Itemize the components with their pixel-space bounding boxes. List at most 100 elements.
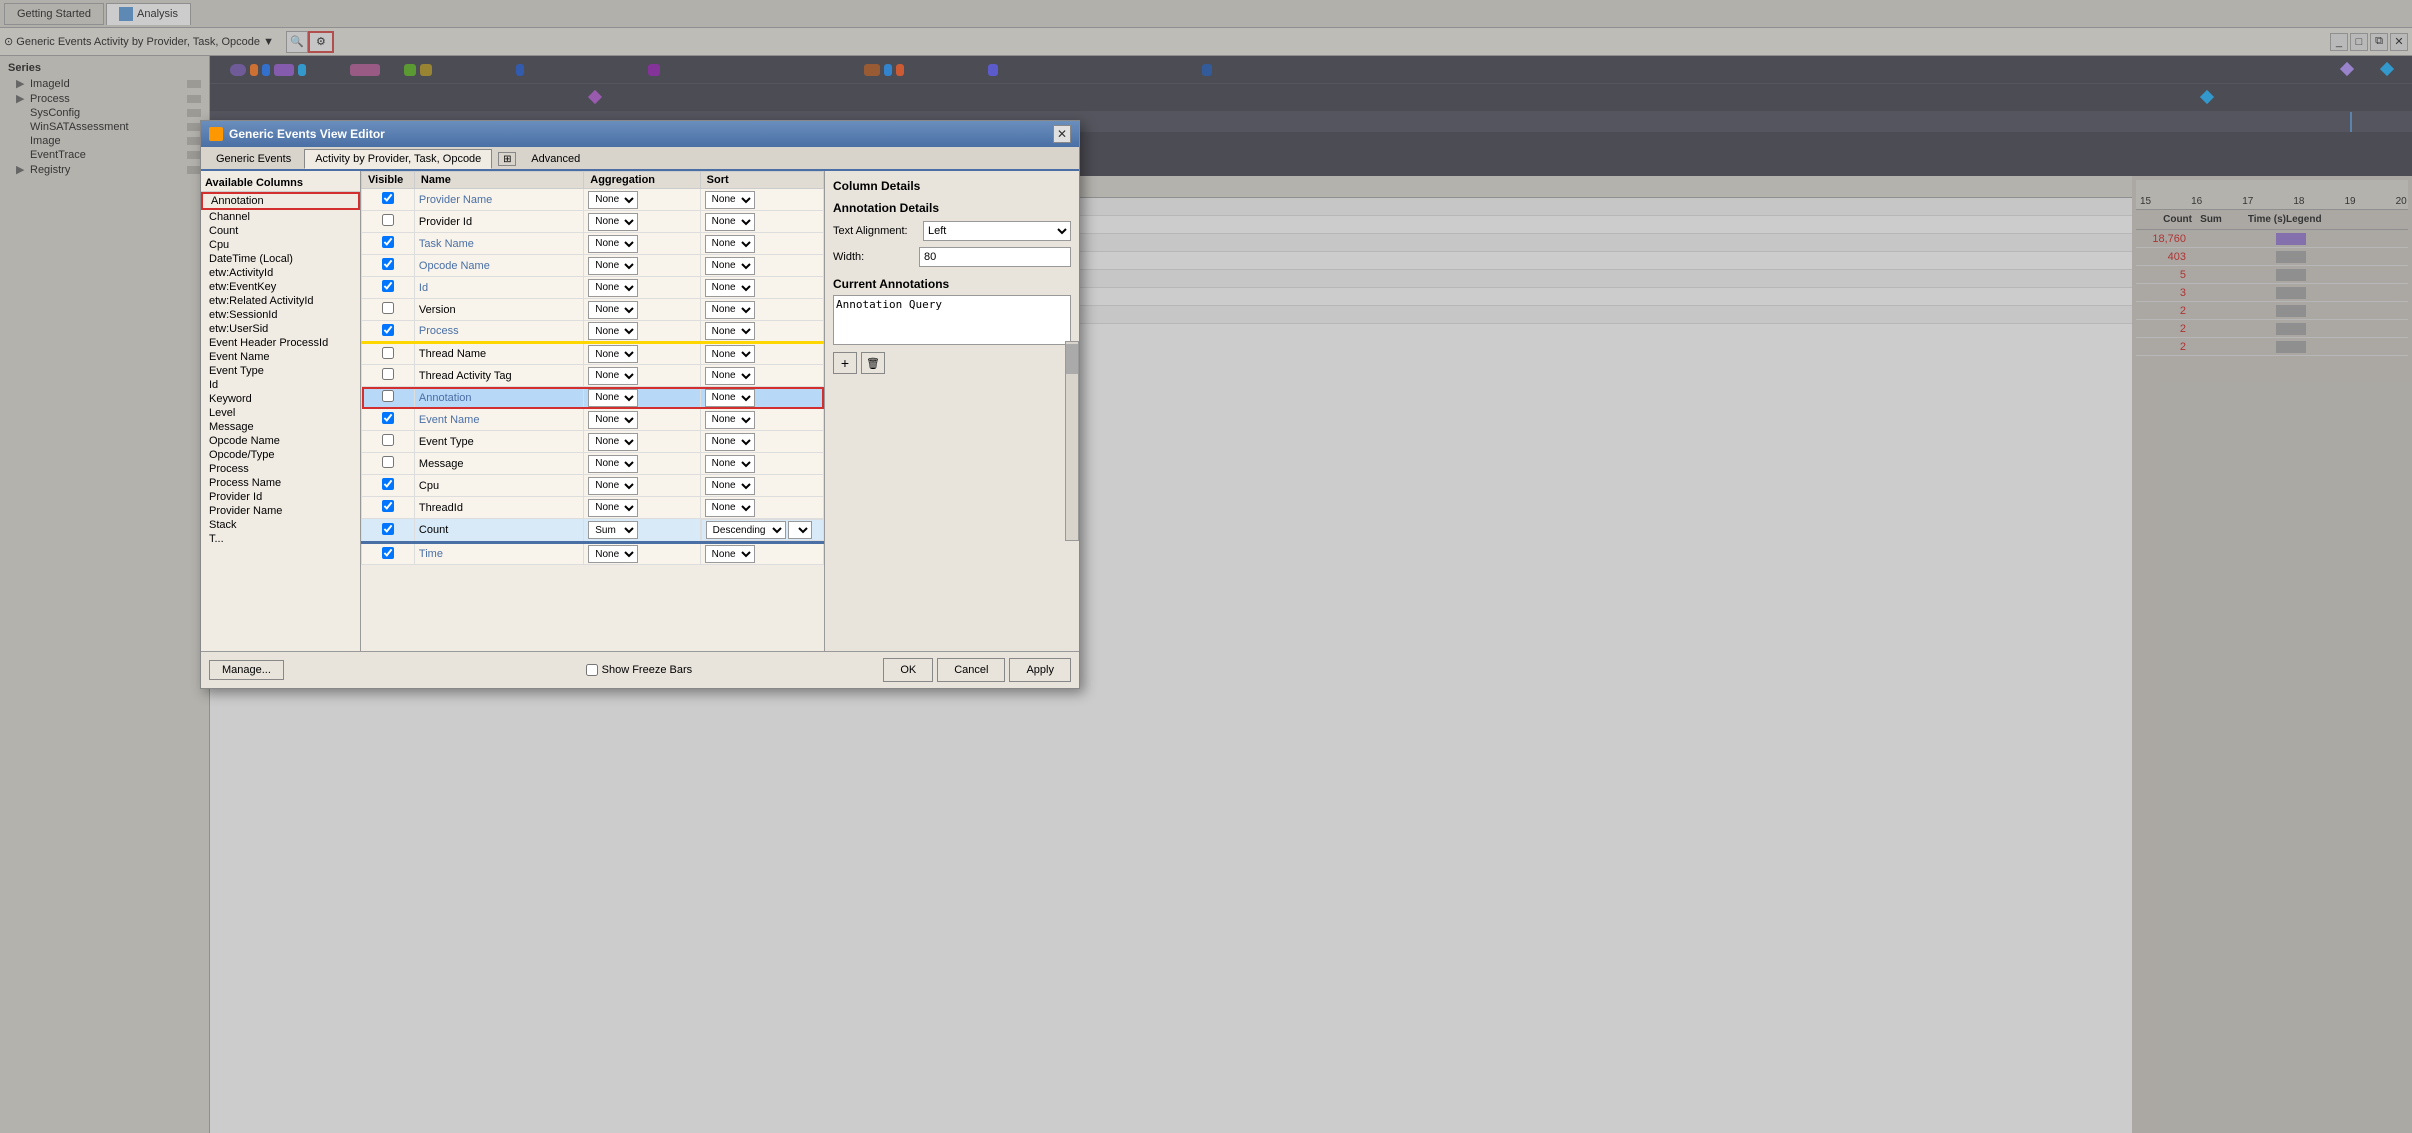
table-row: Event Name None None	[362, 409, 824, 431]
sort-select[interactable]: None	[705, 213, 755, 231]
col-list-item-process[interactable]: Process	[201, 462, 360, 476]
sort-select[interactable]: None	[705, 389, 755, 407]
aggregation-select[interactable]: None	[588, 389, 638, 407]
sort-select[interactable]: None	[705, 279, 755, 297]
sort-select[interactable]: None	[705, 301, 755, 319]
cancel-button[interactable]: Cancel	[937, 658, 1005, 682]
visible-checkbox[interactable]	[382, 280, 394, 292]
available-columns-header: Available Columns	[201, 175, 360, 192]
visible-checkbox[interactable]	[382, 368, 394, 380]
table-row: Cpu None None	[362, 475, 824, 497]
col-list-item-process-name[interactable]: Process Name	[201, 476, 360, 490]
col-name-cell: Opcode Name	[414, 255, 583, 277]
col-list-item-count[interactable]: Count	[201, 224, 360, 238]
table-row: Version None None	[362, 299, 824, 321]
sort-select[interactable]: None	[705, 322, 755, 340]
visible-checkbox[interactable]	[382, 456, 394, 468]
visible-checkbox[interactable]	[382, 214, 394, 226]
visible-checkbox[interactable]	[382, 478, 394, 490]
sort-select[interactable]: Descending None Ascending	[706, 521, 786, 539]
sort-select[interactable]: None	[705, 545, 755, 563]
aggregation-select[interactable]: None	[588, 257, 638, 275]
sort-select[interactable]: None	[705, 367, 755, 385]
sort-select[interactable]: None	[705, 433, 755, 451]
col-list-item-etw-eventkey[interactable]: etw:EventKey	[201, 280, 360, 294]
col-list-item-datetime[interactable]: DateTime (Local)	[201, 252, 360, 266]
sort-select[interactable]: None	[705, 257, 755, 275]
visible-checkbox[interactable]	[382, 500, 394, 512]
aggregation-select[interactable]: None	[588, 191, 638, 209]
manage-button[interactable]: Manage...	[209, 660, 284, 680]
visible-checkbox[interactable]	[382, 236, 394, 248]
col-list-item-stack[interactable]: Stack	[201, 518, 360, 532]
aggregation-select[interactable]: None	[588, 279, 638, 297]
col-list-item-event-type[interactable]: Event Type	[201, 364, 360, 378]
modal-title-bar: Generic Events View Editor ✕	[201, 121, 1079, 147]
col-list-item-provider-id[interactable]: Provider Id	[201, 490, 360, 504]
col-list-item-opcode-name[interactable]: Opcode Name	[201, 434, 360, 448]
sort-select[interactable]: None	[705, 191, 755, 209]
modal-tab-activity[interactable]: Activity by Provider, Task, Opcode	[304, 149, 492, 169]
modal-tab-advanced[interactable]: Advanced	[520, 149, 591, 169]
aggregation-select[interactable]: None	[588, 235, 638, 253]
col-list-item-etw-session[interactable]: etw:SessionId	[201, 308, 360, 322]
col-list-item-etw-related[interactable]: etw:Related ActivityId	[201, 294, 360, 308]
col-list-item-id[interactable]: Id	[201, 378, 360, 392]
sort-select[interactable]: None	[705, 499, 755, 517]
aggregation-select[interactable]: None	[588, 367, 638, 385]
col-list-item-event-name[interactable]: Event Name	[201, 350, 360, 364]
visible-checkbox[interactable]	[382, 547, 394, 559]
visible-checkbox[interactable]	[382, 258, 394, 270]
col-list-item-cpu[interactable]: Cpu	[201, 238, 360, 252]
table-row: Event Type None None	[362, 431, 824, 453]
col-list-item-event-header[interactable]: Event Header ProcessId	[201, 336, 360, 350]
aggregation-select[interactable]: None	[588, 433, 638, 451]
col-name-cell: Message	[414, 453, 583, 475]
visible-checkbox[interactable]	[382, 412, 394, 424]
col-list-item-t[interactable]: T...	[201, 532, 360, 546]
aggregation-select[interactable]: None	[588, 455, 638, 473]
sort-select[interactable]: None	[705, 235, 755, 253]
visible-checkbox[interactable]	[382, 390, 394, 402]
annotation-query-textarea[interactable]: Annotation Query	[833, 295, 1071, 345]
col-list-item-keyword[interactable]: Keyword	[201, 392, 360, 406]
col-list-item-channel[interactable]: Channel	[201, 210, 360, 224]
show-freeze-bars-checkbox[interactable]	[586, 664, 598, 676]
aggregation-select[interactable]: None	[588, 499, 638, 517]
visible-checkbox[interactable]	[382, 523, 394, 535]
col-list-item-etw-activityid[interactable]: etw:ActivityId	[201, 266, 360, 280]
aggregation-select[interactable]: Sum None	[588, 521, 638, 539]
aggregation-select[interactable]: None	[588, 322, 638, 340]
visible-checkbox[interactable]	[382, 324, 394, 336]
width-input[interactable]	[919, 247, 1071, 267]
aggregation-select[interactable]: None	[588, 545, 638, 563]
aggregation-select[interactable]: None	[588, 301, 638, 319]
sort-select[interactable]: None	[705, 477, 755, 495]
col-list-item-opcode-type[interactable]: Opcode/Type	[201, 448, 360, 462]
visible-checkbox[interactable]	[382, 434, 394, 446]
visible-checkbox[interactable]	[382, 347, 394, 359]
aggregation-select[interactable]: None	[588, 345, 638, 363]
visible-checkbox[interactable]	[382, 302, 394, 314]
modal-tab-generic-events[interactable]: Generic Events	[205, 149, 302, 169]
col-list-item-annotation[interactable]: Annotation	[201, 192, 360, 210]
col-name-cell: Event Type	[414, 431, 583, 453]
modal-close-button[interactable]: ✕	[1053, 125, 1071, 143]
col-list-item-etw-user[interactable]: etw:UserSid	[201, 322, 360, 336]
col-list-item-message[interactable]: Message	[201, 420, 360, 434]
add-annotation-btn[interactable]: +	[833, 352, 857, 374]
aggregation-select[interactable]: None	[588, 477, 638, 495]
delete-annotation-btn[interactable]: 🗑	[861, 352, 885, 374]
col-list-item-level[interactable]: Level	[201, 406, 360, 420]
ok-button[interactable]: OK	[883, 658, 933, 682]
aggregation-select[interactable]: None	[588, 411, 638, 429]
col-list-item-provider-name[interactable]: Provider Name	[201, 504, 360, 518]
text-alignment-select[interactable]: Left Center Right	[923, 221, 1071, 241]
visible-checkbox[interactable]	[382, 192, 394, 204]
sort-select[interactable]: None	[705, 411, 755, 429]
sort-select[interactable]: None	[705, 345, 755, 363]
sort-priority-select[interactable]: 0	[788, 521, 812, 539]
sort-select[interactable]: None	[705, 455, 755, 473]
aggregation-select[interactable]: None	[588, 213, 638, 231]
apply-button[interactable]: Apply	[1009, 658, 1071, 682]
